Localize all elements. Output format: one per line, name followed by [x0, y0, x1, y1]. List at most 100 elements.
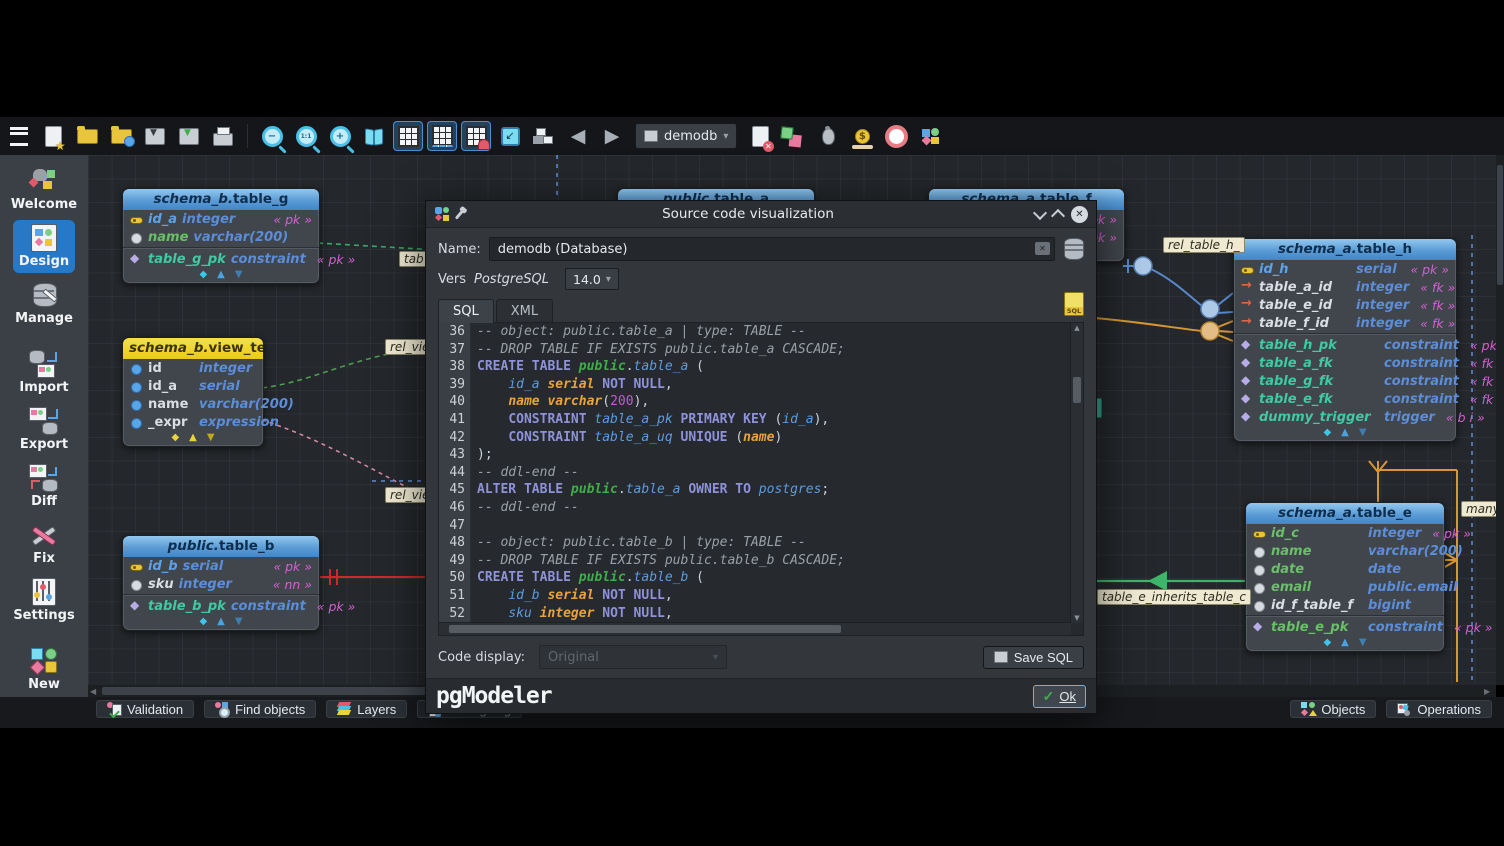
table-row[interactable]: id_ainteger« pk »: [123, 210, 319, 228]
canvas-vertical-scrollbar[interactable]: [1496, 155, 1504, 685]
scroll-down-icon[interactable]: ▼: [1071, 614, 1083, 622]
donate-button[interactable]: $: [847, 121, 877, 151]
expand-down-icon[interactable]: ▼: [1359, 637, 1367, 648]
main-menu-button[interactable]: [4, 121, 34, 151]
table-header[interactable]: schema_a.table_h: [1234, 239, 1456, 260]
mirror-view-button[interactable]: [359, 121, 389, 151]
table-row[interactable]: datedate: [1246, 560, 1444, 578]
zoom-out-button[interactable]: −: [257, 121, 287, 151]
table-row[interactable]: id_aserial: [123, 377, 263, 395]
table-row[interactable]: table_g_fkconstraint« fk »: [1234, 372, 1456, 390]
sidebar-item-import[interactable]: Import: [13, 346, 74, 399]
save-sql-button[interactable]: Save SQL: [983, 646, 1084, 669]
undo-button[interactable]: ◀: [563, 121, 593, 151]
relationship-label[interactable]: rel_table_h_: [1163, 237, 1245, 253]
relationship-label[interactable]: many: [1461, 501, 1496, 517]
table-row[interactable]: table_a_idinteger« fk »: [1234, 278, 1456, 296]
collapse-diamond-icon[interactable]: ◆: [199, 269, 207, 280]
layers-button[interactable]: Layers: [326, 700, 407, 718]
db-table-view-test[interactable]: schema_b.view_testidintegerid_aserialnam…: [122, 337, 264, 447]
save-model-button[interactable]: [140, 121, 170, 151]
minimize-chevron-down-icon[interactable]: [1033, 205, 1047, 219]
table-footer-controls[interactable]: ◆▲▼: [1234, 426, 1456, 441]
code-editor[interactable]: 36-- object: public.table_a | type: TABL…: [438, 322, 1084, 636]
print-button[interactable]: [208, 121, 238, 151]
table-row[interactable]: _exprexpression: [123, 413, 263, 431]
toggle-grid-button[interactable]: [393, 121, 423, 151]
table-row[interactable]: emailpublic.email: [1246, 578, 1444, 596]
expand-up-icon[interactable]: ▲: [217, 269, 225, 280]
table-row[interactable]: skuinteger« nn »: [123, 575, 319, 593]
sidebar-item-diff[interactable]: Diff: [23, 460, 65, 513]
sidebar-item-design[interactable]: Design: [13, 220, 75, 273]
sidebar-item-export[interactable]: Export: [14, 403, 74, 456]
table-header[interactable]: public.table_b: [123, 536, 319, 557]
table-row[interactable]: table_e_pkconstraint« pk »: [1246, 618, 1444, 636]
table-header[interactable]: schema_a.table_e: [1246, 503, 1444, 524]
table-row[interactable]: namevarchar(200): [1246, 542, 1444, 560]
code-vertical-scrollbar[interactable]: ▲ ▼: [1070, 323, 1083, 623]
table-row[interactable]: table_b_pkconstraint« pk »: [123, 597, 319, 615]
table-row[interactable]: namevarchar(200): [123, 395, 263, 413]
expand-down-icon[interactable]: ▼: [235, 616, 243, 627]
find-objects-button[interactable]: Find objects: [204, 700, 316, 718]
version-combo[interactable]: 14.0 ▾: [565, 268, 619, 290]
table-footer-controls[interactable]: ◆▲▼: [123, 431, 263, 446]
table-row[interactable]: idinteger: [123, 359, 263, 377]
scroll-up-icon[interactable]: ▲: [1071, 324, 1083, 332]
table-row[interactable]: table_h_pkconstraint« pk »: [1234, 336, 1456, 354]
db-table-table-e[interactable]: schema_a.table_eid_cinteger« pk »namevar…: [1245, 502, 1445, 652]
collapse-diamond-icon[interactable]: ◆: [199, 616, 207, 627]
table-row[interactable]: namevarchar(200): [123, 228, 319, 246]
zoom-normal-button[interactable]: 1:1: [291, 121, 321, 151]
expand-down-icon[interactable]: ▼: [235, 269, 243, 280]
expand-collapse-button[interactable]: [529, 121, 559, 151]
recent-models-button[interactable]: [106, 121, 136, 151]
table-header[interactable]: schema_b.table_g: [123, 189, 319, 210]
open-model-button[interactable]: [72, 121, 102, 151]
ok-button[interactable]: ✓ Ok: [1033, 685, 1086, 708]
new-model-button[interactable]: [38, 121, 68, 151]
table-row[interactable]: table_g_pkconstraint« pk »: [123, 250, 319, 268]
db-table-table-h[interactable]: schema_a.table_hid_hserial« pk »table_a_…: [1233, 238, 1457, 442]
sidebar-item-new[interactable]: New: [22, 643, 66, 696]
code-hscroll-thumb[interactable]: [449, 625, 841, 633]
model-selector-combo[interactable]: demodb ▾: [635, 123, 737, 149]
table-footer-controls[interactable]: ◆▲▼: [1246, 636, 1444, 651]
close-icon[interactable]: ✕: [1071, 206, 1088, 223]
operations-button[interactable]: Operations: [1386, 700, 1492, 718]
expand-up-icon[interactable]: ▲: [217, 616, 225, 627]
vertical-scroll-thumb[interactable]: [1497, 165, 1503, 285]
tab-sql[interactable]: SQL: [438, 299, 494, 323]
collapse-diamond-icon[interactable]: ◆: [171, 432, 179, 443]
close-model-button[interactable]: [745, 121, 775, 151]
validation-button[interactable]: Validation: [96, 700, 194, 718]
table-row[interactable]: table_f_idinteger« fk »: [1234, 314, 1456, 332]
scroll-left-icon[interactable]: ◀: [90, 687, 96, 696]
expand-up-icon[interactable]: ▲: [1341, 427, 1349, 438]
table-row[interactable]: id_hserial« pk »: [1234, 260, 1456, 278]
about-button[interactable]: [915, 121, 945, 151]
redo-button[interactable]: ▶: [597, 121, 627, 151]
table-row[interactable]: table_e_fkconstraint« fk »: [1234, 390, 1456, 408]
expand-down-icon[interactable]: ▼: [207, 432, 215, 443]
expand-down-icon[interactable]: ▼: [1359, 427, 1367, 438]
db-table-table-g[interactable]: schema_b.table_gid_ainteger« pk »namevar…: [122, 188, 320, 284]
toggle-page-delimiters-button[interactable]: [427, 121, 457, 151]
sidebar-item-welcome[interactable]: Welcome: [5, 163, 83, 216]
sidebar-item-fix[interactable]: Fix: [23, 517, 65, 570]
sidebar-item-settings[interactable]: Settings: [7, 574, 80, 627]
table-header[interactable]: schema_b.view_test: [123, 338, 263, 359]
table-row[interactable]: table_e_idinteger« fk »: [1234, 296, 1456, 314]
tab-xml[interactable]: XML: [496, 299, 553, 323]
objects-button[interactable]: Objects: [1290, 700, 1376, 718]
sidebar-item-manage[interactable]: Manage: [9, 277, 79, 330]
table-row[interactable]: id_cinteger« pk »: [1246, 524, 1444, 542]
table-footer-controls[interactable]: ◆ ▲ ▼: [123, 268, 319, 283]
name-input[interactable]: [489, 237, 1055, 261]
expand-up-icon[interactable]: ▲: [1341, 637, 1349, 648]
table-row[interactable]: dummy_triggertrigger« b i »: [1234, 408, 1456, 426]
bug-report-button[interactable]: [813, 121, 843, 151]
table-row[interactable]: table_a_fkconstraint« fk »: [1234, 354, 1456, 372]
db-table-table-b[interactable]: public.table_bid_bserial« pk »skuinteger…: [122, 535, 320, 631]
